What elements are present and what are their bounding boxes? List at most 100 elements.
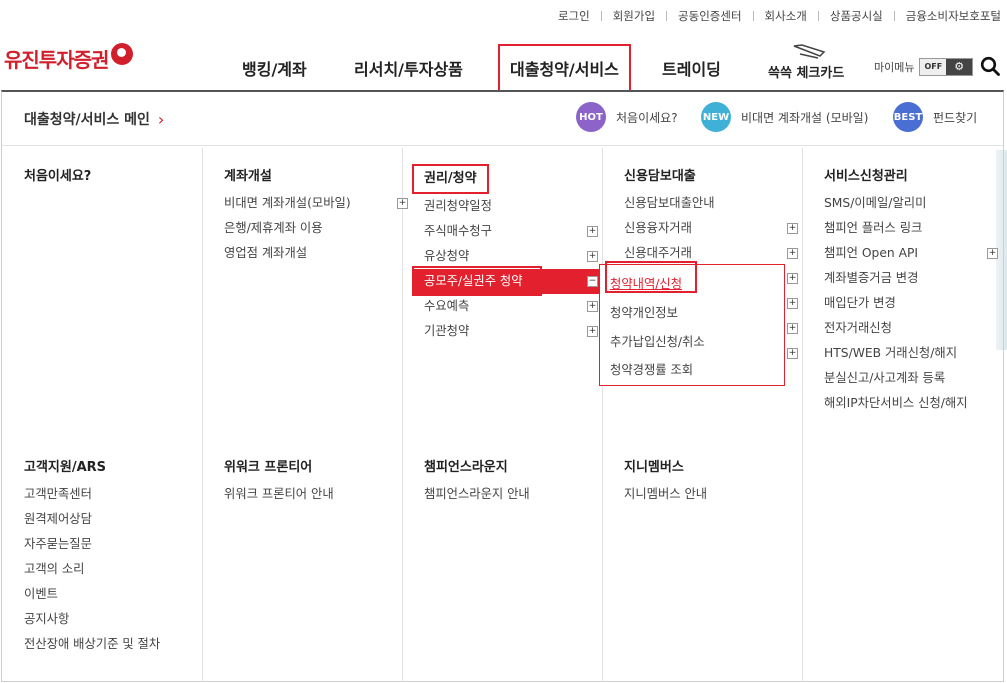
my-menu-toggle[interactable]: OFF ⚙ xyxy=(919,58,974,76)
menu-item-label: 비대면 계좌개설(모바일) xyxy=(224,196,351,210)
menu-column-genie-members: 지니멤버스 지니멤버스 안내 xyxy=(624,458,822,507)
plus-icon[interactable]: + xyxy=(587,251,598,262)
breadcrumb[interactable]: 대출청약/서비스 메인 › xyxy=(24,109,164,129)
column-title[interactable]: 계좌개설 xyxy=(224,167,422,187)
plus-icon[interactable]: + xyxy=(587,301,598,312)
menu-item[interactable]: 은행/제휴계좌 이용 xyxy=(224,216,422,241)
plus-icon[interactable]: + xyxy=(787,298,798,309)
menu-item[interactable]: 공지사항 xyxy=(24,607,222,632)
menu-item[interactable]: 기관청약 + xyxy=(424,319,600,344)
menu-item[interactable]: 분실신고/사고계좌 등록 xyxy=(824,366,1000,391)
menu-item[interactable]: 수요예측 + xyxy=(424,294,600,319)
menu-item[interactable]: 계좌별증거금 변경 xyxy=(824,266,1000,291)
plus-icon[interactable]: + xyxy=(787,248,798,259)
menu-item[interactable]: 챔피언스라운지 안내 xyxy=(424,482,622,507)
column-title[interactable]: 위워크 프론티어 xyxy=(224,458,422,478)
menu-item[interactable]: 고객의 소리 xyxy=(24,557,222,582)
menu-item-label: 신용담보대출안내 xyxy=(624,196,715,210)
menu-item[interactable]: HTS/WEB 거래신청/해지 xyxy=(824,341,1000,366)
mega-menu-header: 대출청약/서비스 메인 › HOT 처음이세요? NEW 비대면 계좌개설 (모… xyxy=(2,92,1003,146)
plus-icon[interactable]: + xyxy=(397,198,408,209)
submenu-item-personal-info[interactable]: 청약개인정보 xyxy=(610,303,678,321)
menu-item[interactable]: 신용담보대출안내 xyxy=(624,191,800,216)
card-menu-label: 쓱쓱 체크카드 xyxy=(768,66,845,81)
menu-item[interactable]: 신용융자거래 + xyxy=(624,216,800,241)
nav-loan-service[interactable]: 대출청약/서비스 xyxy=(498,44,631,92)
menu-item-label: 챔피언 Open API xyxy=(824,246,919,260)
menu-item[interactable]: 해외IP차단서비스 신청/해지 xyxy=(824,391,1000,416)
menu-item[interactable]: 전자거래신청 xyxy=(824,316,1000,341)
nav-check-card[interactable]: 쓱쓱 체크카드 xyxy=(768,44,852,81)
column-title[interactable]: 처음이세요? xyxy=(24,167,222,187)
gear-icon[interactable]: ⚙ xyxy=(946,59,973,75)
plus-icon[interactable]: + xyxy=(787,273,798,284)
column-title[interactable]: 권리/청약 xyxy=(412,164,489,194)
menu-item[interactable]: 지니멤버스 안내 xyxy=(624,482,822,507)
submenu-item-competition-rate[interactable]: 청약경쟁률 조회 xyxy=(610,360,693,378)
menu-item[interactable]: 챔피언 Open API + xyxy=(824,241,1000,266)
signup-link[interactable]: 회원가입 xyxy=(613,8,655,24)
login-link[interactable]: 로그인 xyxy=(558,8,590,24)
divider xyxy=(893,11,895,21)
menu-column-rights: 권리/청약 권리청약일정 주식매수청구 + 유상청약 + 공모주/실권주 청약 − 수… xyxy=(412,164,600,344)
menu-item-label: 자주묻는질문 xyxy=(24,537,92,551)
quick-link-first-visit[interactable]: HOT 처음이세요? xyxy=(576,102,678,132)
quick-link-mobile-account[interactable]: NEW 비대면 계좌개설 (모바일) xyxy=(701,102,868,132)
product-disclosure-link[interactable]: 상품공시실 xyxy=(830,8,883,24)
menu-item[interactable]: 매입단가 변경 xyxy=(824,291,1000,316)
company-link[interactable]: 회사소개 xyxy=(765,8,807,24)
divider xyxy=(817,11,819,21)
column-title[interactable]: 서비스신청관리 xyxy=(824,167,1000,187)
column-title[interactable]: 신용담보대출 xyxy=(624,167,800,187)
best-badge: BEST xyxy=(893,102,923,132)
column-title[interactable]: 지니멤버스 xyxy=(624,458,822,478)
menu-item[interactable]: 주식매수청구 + xyxy=(424,219,600,244)
menu-item-ipo-subscription[interactable]: 공모주/실권주 청약 − xyxy=(412,266,600,296)
consumer-protection-link[interactable]: 금융소비자보호포털 xyxy=(906,8,1001,24)
menu-item[interactable]: 권리청약일정 xyxy=(424,194,600,219)
column-divider xyxy=(602,148,603,682)
cert-center-link[interactable]: 공동인증센터 xyxy=(678,8,741,24)
submenu-item-subscription-history[interactable]: 청약내역/신청 xyxy=(610,274,682,292)
menu-item[interactable]: 원격제어상담 xyxy=(24,507,222,532)
nav-trading[interactable]: 트레이딩 xyxy=(662,56,721,80)
menu-item-label: 주식매수청구 xyxy=(424,224,492,238)
menu-item[interactable]: 위워크 프론티어 안내 xyxy=(224,482,422,507)
minus-icon[interactable]: − xyxy=(587,276,598,287)
menu-item[interactable]: 고객만족센터 xyxy=(24,482,222,507)
menu-item[interactable]: 전산장애 배상기준 및 절차 xyxy=(24,632,222,657)
menu-item-label: 유상청약 xyxy=(424,249,470,263)
nav-research[interactable]: 리서치/투자상품 xyxy=(354,56,463,80)
plus-icon[interactable]: + xyxy=(587,226,598,237)
quick-link-label: 처음이세요? xyxy=(616,110,678,125)
column-title[interactable]: 챔피언스라운지 xyxy=(424,458,622,478)
plus-icon[interactable]: + xyxy=(787,348,798,359)
menu-item[interactable]: SMS/이메일/알리미 xyxy=(824,191,1000,216)
quick-link-fund-search[interactable]: BEST 펀드찾기 xyxy=(893,102,977,132)
menu-item[interactable]: 챔피언 플러스 링크 xyxy=(824,216,1000,241)
plus-icon[interactable]: + xyxy=(787,223,798,234)
menu-item-label: 원격제어상담 xyxy=(24,512,92,526)
quick-link-label: 펀드찾기 xyxy=(933,110,978,125)
plus-icon[interactable]: + xyxy=(787,323,798,334)
my-menu: 마이메뉴 OFF ⚙ xyxy=(874,58,974,76)
menu-item-label: 매입단가 변경 xyxy=(824,296,896,310)
menu-item-label: 고객만족센터 xyxy=(24,487,92,501)
divider xyxy=(666,11,668,21)
plus-icon[interactable]: + xyxy=(587,326,598,337)
submenu-item-additional-payment[interactable]: 추가납입신청/취소 xyxy=(610,332,705,350)
column-title[interactable]: 고객지원/ARS xyxy=(24,458,222,478)
menu-item[interactable]: 비대면 계좌개설(모바일) + xyxy=(224,191,422,216)
search-icon[interactable] xyxy=(980,56,1000,76)
menu-item[interactable]: 자주묻는질문 xyxy=(24,532,222,557)
menu-item-label: 지니멤버스 안내 xyxy=(624,487,708,501)
breadcrumb-label: 대출청약/서비스 메인 xyxy=(24,112,150,128)
nav-banking[interactable]: 뱅킹/계좌 xyxy=(242,56,307,80)
quick-link-label: 비대면 계좌개설 (모바일) xyxy=(741,110,869,125)
menu-item[interactable]: 이벤트 xyxy=(24,582,222,607)
menu-column-wework: 위워크 프론티어 위워크 프론티어 안내 xyxy=(224,458,422,507)
plus-icon[interactable]: + xyxy=(987,248,998,259)
menu-item[interactable]: 영업점 계좌개설 xyxy=(224,241,422,266)
menu-item-label: 전자거래신청 xyxy=(824,321,892,335)
menu-column-first-visit: 처음이세요? xyxy=(24,167,222,191)
